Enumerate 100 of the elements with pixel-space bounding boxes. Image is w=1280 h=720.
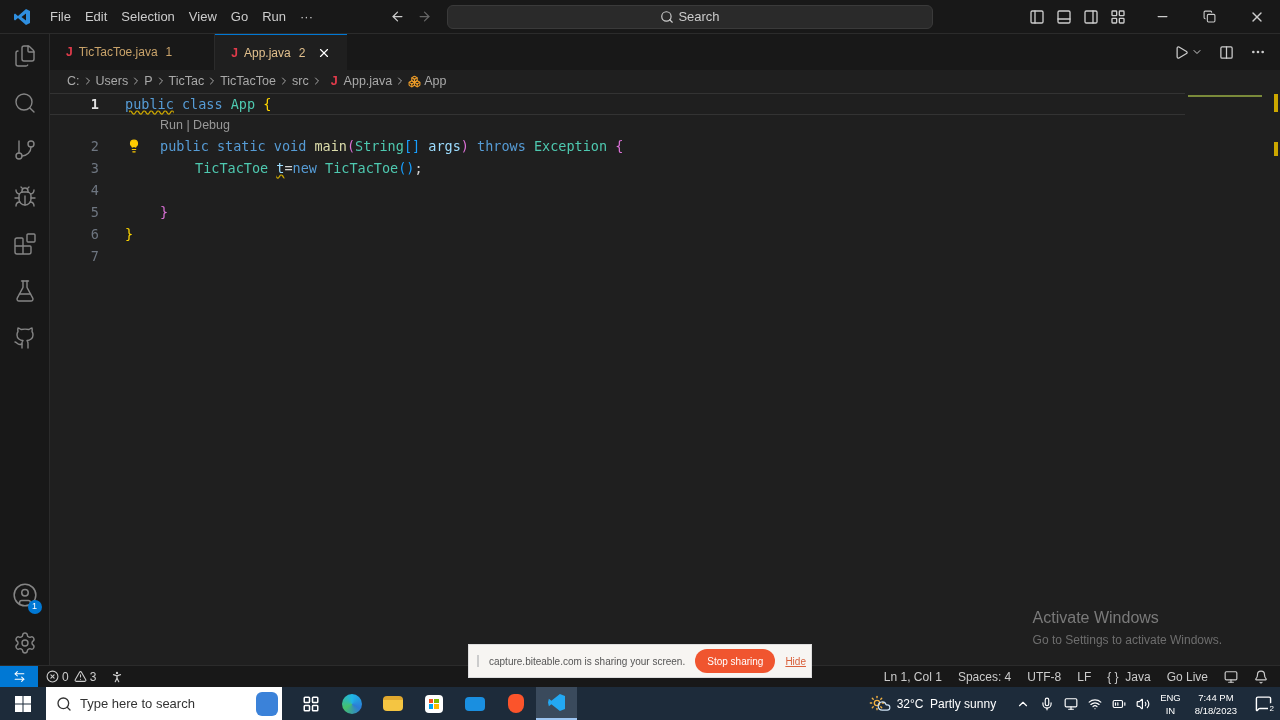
breadcrumb-item[interactable]: Users (95, 71, 129, 91)
menu-item[interactable]: ··· (293, 6, 320, 27)
breadcrumb-item[interactable]: App.java (343, 71, 393, 91)
line-number: 3 (89, 159, 99, 178)
weather-text[interactable]: 32°C Partly sunny (896, 694, 997, 713)
editor-tab[interactable]: J App.java 2 (215, 34, 348, 70)
account-icon[interactable] (11, 582, 38, 608)
search-icon[interactable] (12, 91, 37, 115)
wifi-icon[interactable] (1088, 696, 1103, 711)
windows-logo-icon (15, 695, 31, 712)
task-view-icon (301, 694, 320, 713)
search-field[interactable]: Search (447, 4, 933, 29)
code-token: TicTacToe (324, 159, 399, 178)
forward-arrow-icon[interactable] (417, 9, 432, 24)
status-item[interactable]: Go Live (1166, 667, 1208, 686)
line-number: 2 (89, 137, 99, 156)
menu-item[interactable]: Selection (114, 6, 182, 27)
restore-icon[interactable] (1203, 10, 1216, 23)
language-indicator[interactable]: ENG (1160, 690, 1181, 704)
code-token: [] (403, 137, 421, 156)
weather-icon (868, 694, 891, 713)
split-editor-icon[interactable] (1219, 44, 1234, 60)
explorer-icon[interactable] (12, 44, 37, 68)
code-token: new (292, 159, 317, 178)
scrollbar-marker (1274, 142, 1278, 156)
region-indicator[interactable]: IN (1165, 703, 1176, 717)
notification-badge: 1 (27, 600, 42, 614)
code-token: throws (476, 137, 526, 156)
status-item[interactable]: Ln 1, Col 1 (883, 667, 942, 686)
code-token: args (427, 137, 461, 156)
sharing-message: capture.biteable.com is sharing your screen. (489, 654, 686, 669)
code-token: main (313, 137, 347, 156)
source-control-icon[interactable] (12, 138, 37, 162)
menu-item[interactable]: View (181, 6, 224, 27)
error-icon (46, 670, 59, 683)
warning-icon (73, 670, 87, 683)
app-logo-icon (13, 7, 31, 26)
menu-item[interactable]: Edit (77, 6, 115, 27)
github-icon[interactable] (12, 326, 37, 350)
lightbulb-icon[interactable] (127, 139, 141, 153)
breadcrumb-item[interactable]: P (144, 71, 153, 91)
line-number: 7 (89, 247, 99, 266)
back-arrow-icon[interactable] (390, 9, 405, 24)
class-icon (408, 74, 422, 88)
search-placeholder: Type here to search (80, 694, 195, 713)
panel-toggle-icon[interactable] (1056, 8, 1072, 25)
code-token: TicTacToe (195, 159, 270, 178)
microphone-icon[interactable] (1040, 696, 1055, 711)
clock-date[interactable]: 8/18/2023 (1194, 703, 1237, 717)
code-token: t (276, 159, 285, 178)
layout-icon[interactable] (1110, 8, 1126, 25)
browser-icon (341, 693, 362, 714)
feedback-icon[interactable] (1224, 669, 1238, 684)
line-number: 1 (89, 95, 99, 114)
clock-time[interactable]: 7:44 PM (1198, 690, 1234, 704)
status-item[interactable]: Spaces: 4 (957, 667, 1012, 686)
search-placeholder: Search (678, 7, 720, 26)
problems-button[interactable]: 0 3 (46, 667, 97, 686)
extensions-icon[interactable] (12, 232, 37, 256)
monitor-icon[interactable] (1064, 696, 1079, 711)
folder-icon (382, 696, 403, 711)
menu-item[interactable]: Run (255, 6, 293, 27)
code-token: { (262, 95, 272, 114)
activation-title: Activate Windows (1032, 608, 1160, 628)
code-token: static (215, 137, 266, 156)
code-token: () (398, 159, 415, 178)
secondary-sidebar-toggle-icon[interactable] (1083, 8, 1099, 25)
sidebar-toggle-icon[interactable] (1029, 8, 1045, 25)
status-item[interactable]: UTF-8 (1027, 667, 1062, 686)
code-editor-icon (548, 694, 565, 711)
line-number: 5 (89, 203, 99, 222)
code-token: } (125, 225, 134, 244)
run-debug-icon[interactable] (12, 185, 37, 209)
run-icon[interactable] (1174, 44, 1189, 60)
code-token: Exception (532, 137, 608, 156)
scrollbar-marker (1274, 94, 1278, 112)
breadcrumb-item[interactable]: TicTac (168, 71, 205, 91)
taskbar-search-field[interactable]: Type here to search (46, 687, 282, 720)
code-token: ; (414, 159, 423, 178)
line-number: 4 (89, 181, 99, 200)
java-file-icon: J (330, 71, 338, 91)
code-token: String (355, 137, 404, 156)
settings-icon[interactable] (12, 631, 37, 655)
menu-item[interactable]: File (43, 6, 78, 27)
remote-icon (12, 670, 26, 683)
breadcrumb-item[interactable]: C: (67, 71, 80, 91)
code-token: public (125, 95, 174, 114)
breadcrumb-item[interactable]: TicTacToe (220, 71, 276, 91)
notifications-icon[interactable] (1254, 669, 1268, 684)
activation-message: Go to Settings to activate Windows. (1032, 632, 1222, 649)
menu-item[interactable]: Go (223, 6, 256, 27)
code-token: ( (346, 137, 356, 156)
volume-icon[interactable] (1136, 696, 1151, 711)
code-lens[interactable]: Run | Debug (160, 114, 230, 136)
breadcrumb-item[interactable]: App (424, 71, 447, 91)
status-item[interactable]: LF (1077, 667, 1092, 686)
breadcrumb-item[interactable]: src (291, 71, 309, 91)
code-token: { (614, 137, 624, 156)
code-token: void (272, 137, 307, 156)
status-item[interactable]: { } Java (1107, 667, 1151, 686)
